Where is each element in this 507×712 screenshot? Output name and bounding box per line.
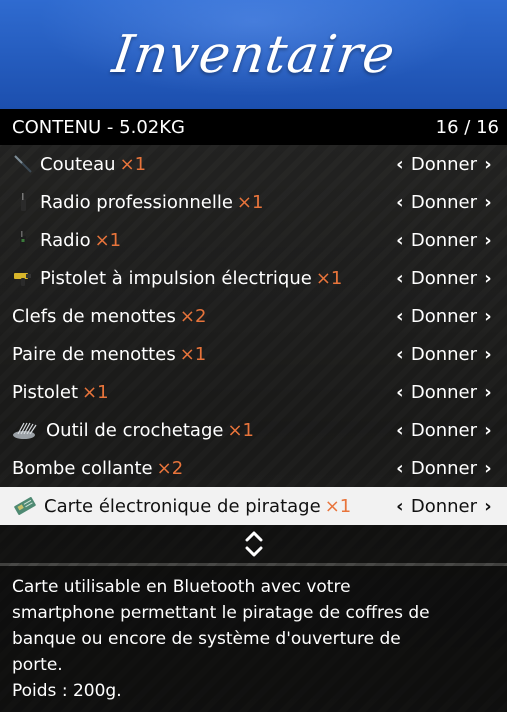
inventory-weight-label: CONTENU - 5.02KG (12, 116, 185, 138)
give-action[interactable]: Donner (411, 192, 477, 213)
item-quantity: ×1 (236, 191, 264, 213)
inventory-item-bombe-collante[interactable]: Bombe collante ×2 ‹ Donner › (0, 449, 507, 487)
chevron-right-icon[interactable]: › (481, 268, 495, 289)
chevron-right-icon[interactable]: › (481, 496, 495, 517)
item-name: Paire de menottes (12, 343, 176, 365)
scroll-indicator[interactable] (0, 525, 507, 563)
hacking-card-icon (12, 495, 38, 517)
item-quantity: ×2 (156, 457, 184, 479)
item-quantity: ×1 (82, 381, 109, 403)
chevron-left-icon[interactable]: ‹ (393, 344, 407, 365)
item-quantity: ×1 (324, 495, 352, 517)
item-quantity: ×1 (315, 267, 343, 289)
chevron-right-icon[interactable]: › (481, 306, 495, 327)
inventory-item-radio[interactable]: Radio ×1 ‹ Donner › (0, 221, 507, 259)
item-name: Carte électronique de piratage (44, 495, 321, 517)
radio-pro-icon (12, 191, 34, 213)
inventory-item-paire-de-menottes[interactable]: Paire de menottes ×1 ‹ Donner › (0, 335, 507, 373)
item-quantity: ×1 (227, 419, 255, 441)
item-quantity: ×2 (179, 305, 207, 327)
scroll-up-down-icon[interactable] (243, 529, 265, 559)
inventory-item-radio-professionnelle[interactable]: Radio professionnelle ×1 ‹ Donner › (0, 183, 507, 221)
chevron-left-icon[interactable]: ‹ (393, 306, 407, 327)
chevron-left-icon[interactable]: ‹ (393, 382, 407, 403)
item-name: Couteau (40, 153, 116, 175)
give-action[interactable]: Donner (411, 230, 477, 251)
item-name: Outil de crochetage (46, 419, 224, 441)
chevron-right-icon[interactable]: › (481, 230, 495, 251)
inventory-item-couteau[interactable]: Couteau ×1 ‹ Donner › (0, 145, 507, 183)
chevron-left-icon[interactable]: ‹ (393, 420, 407, 441)
item-name: Clefs de menottes (12, 305, 176, 327)
item-name: Bombe collante (12, 457, 153, 479)
chevron-left-icon[interactable]: ‹ (393, 192, 407, 213)
chevron-right-icon[interactable]: › (481, 458, 495, 479)
item-quantity: ×1 (179, 343, 207, 365)
item-name: Pistolet (12, 381, 79, 403)
give-action[interactable]: Donner (411, 306, 477, 327)
chevron-right-icon[interactable]: › (481, 420, 495, 441)
chevron-left-icon[interactable]: ‹ (393, 458, 407, 479)
taser-icon (12, 267, 34, 289)
give-action[interactable]: Donner (411, 496, 477, 517)
radio-icon (12, 229, 34, 251)
inventory-item-clefs-de-menottes[interactable]: Clefs de menottes ×2 ‹ Donner › (0, 297, 507, 335)
description-line: banque ou encore de système d'ouverture … (12, 629, 401, 649)
chevron-right-icon[interactable]: › (481, 382, 495, 403)
item-quantity: ×1 (119, 153, 147, 175)
description-line: porte. (12, 655, 63, 675)
item-name: Pistolet à impulsion électrique (40, 267, 312, 289)
item-name: Radio (40, 229, 91, 251)
chevron-left-icon[interactable]: ‹ (393, 230, 407, 251)
give-action[interactable]: Donner (411, 154, 477, 175)
give-action[interactable]: Donner (411, 344, 477, 365)
inventory-item-outil-de-crochetage[interactable]: Outil de crochetage ×1 ‹ Donner › (0, 411, 507, 449)
chevron-left-icon[interactable]: ‹ (393, 268, 407, 289)
description-line: Carte utilisable en Bluetooth avec votre (12, 577, 351, 597)
give-action[interactable]: Donner (411, 458, 477, 479)
inventory-item-carte-piratage-selected[interactable]: Carte électronique de piratage ×1 ‹ Donn… (0, 487, 507, 525)
chevron-right-icon[interactable]: › (481, 154, 495, 175)
chevron-left-icon[interactable]: ‹ (393, 496, 407, 517)
chevron-right-icon[interactable]: › (481, 344, 495, 365)
lockpick-icon (12, 419, 40, 441)
item-description-panel: Carte utilisable en Bluetooth avec votre… (0, 566, 507, 712)
item-name: Radio professionnelle (40, 191, 233, 213)
knife-icon (12, 153, 34, 175)
give-action[interactable]: Donner (411, 420, 477, 441)
chevron-right-icon[interactable]: › (481, 192, 495, 213)
menu-title: Inventaire (108, 24, 399, 85)
give-action[interactable]: Donner (411, 268, 477, 289)
inventory-list: Couteau ×1 ‹ Donner › Radio professionne… (0, 145, 507, 525)
description-line: smartphone permettant le piratage de cof… (12, 603, 430, 623)
menu-banner: Inventaire (0, 0, 507, 109)
chevron-left-icon[interactable]: ‹ (393, 154, 407, 175)
menu-subheader: CONTENU - 5.02KG 16 / 16 (0, 109, 507, 145)
page-counter: 16 / 16 (435, 116, 499, 138)
give-action[interactable]: Donner (411, 382, 477, 403)
item-weight: Poids : 200g. (12, 681, 122, 701)
item-quantity: ×1 (94, 229, 122, 251)
inventory-item-pistolet[interactable]: Pistolet ×1 ‹ Donner › (0, 373, 507, 411)
inventory-item-taser[interactable]: Pistolet à impulsion électrique ×1 ‹ Don… (0, 259, 507, 297)
